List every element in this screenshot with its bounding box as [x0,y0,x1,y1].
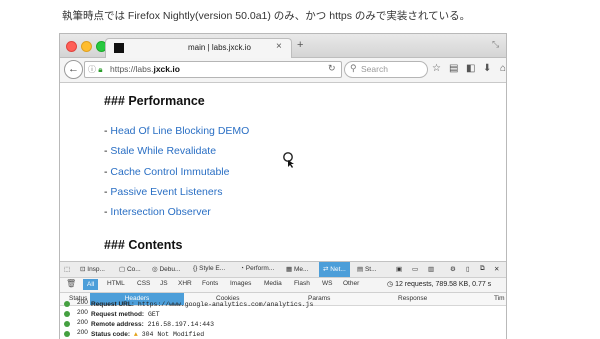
url-bar[interactable]: ⓘ 🔒︎ https://labs.jxck.io ↻ [84,61,342,78]
tab-bar: main | labs.jxck.io × + ⤡ [60,34,506,58]
request-method-line: Request method: GET [91,311,160,318]
clear-log-icon[interactable]: 🗑︎ [66,279,76,288]
performance-link-list: - Head Of Line Blocking DEMO - Stale Whi… [104,125,249,226]
navigation-toolbar: ← ⓘ 🔒︎ https://labs.jxck.io ↻ ⚲ Search ☆… [60,58,506,83]
filter-other[interactable]: Other [343,280,359,287]
filter-css[interactable]: CSS [137,280,150,287]
filter-media[interactable]: Media [264,280,282,287]
filter-fonts[interactable]: Fonts [202,280,218,287]
heading-contents: ### Contents [104,238,183,252]
table-row[interactable]: 200 [77,299,88,306]
screenshot-icon[interactable]: ▥ [428,265,434,273]
tab-title: main | labs.jxck.io [188,43,251,52]
filter-html[interactable]: HTML [107,280,125,287]
tab-style-editor[interactable]: {} Style E... [193,265,225,272]
filter-all[interactable]: All [83,279,99,290]
tab-debugger[interactable]: ◎ Debu... [152,265,180,273]
tab-response[interactable]: Response [398,295,427,302]
table-row[interactable]: 200 [77,329,88,336]
dock-window-icon[interactable]: ⧉ [480,265,485,273]
site-favicon-icon [114,43,124,53]
page-content: ### Performance - Head Of Line Blocking … [60,83,506,261]
remote-address-line: Remote address: 216.58.197.14:443 [91,321,214,328]
status-ok-icon [64,311,70,317]
back-button[interactable]: ← [64,60,83,79]
pick-element-icon[interactable]: ⬚ [64,265,70,273]
tab-performance[interactable]: ◔ Perform... [240,265,274,272]
search-placeholder: Search [361,64,388,74]
filter-xhr[interactable]: XHR [178,280,192,287]
busy-cursor-icon [283,152,294,168]
developer-tools-panel: ⬚ ⊡ Insp... ▢ Co... ◎ Debu... {} Style E… [60,261,506,339]
heading-performance: ### Performance [104,94,205,108]
search-bar[interactable]: ⚲ Search [344,61,428,78]
settings-gear-icon[interactable]: ⚙ [450,265,456,273]
article-caption: 執筆時点では Firefox Nightly(version 50.0a1) の… [62,10,471,22]
network-filter-bar: 🗑︎ All HTML CSS JS XHR Fonts Images Medi… [60,278,506,293]
status-ok-icon [64,331,70,337]
tab-inspector[interactable]: ⊡ Insp... [80,265,105,273]
filter-js[interactable]: JS [160,280,168,287]
new-tab-button[interactable]: + [297,39,303,51]
responsive-mode-icon[interactable]: ▭ [412,265,418,273]
search-icon: ⚲ [350,63,357,73]
browser-tab[interactable]: main | labs.jxck.io × [105,38,292,58]
tab-timings[interactable]: Tim [494,295,505,302]
lock-icon: 🔒︎ [98,65,103,74]
table-row[interactable]: 200 [77,319,88,326]
fullscreen-icon[interactable]: ⤡ [492,39,499,50]
table-row[interactable]: 200 [77,309,88,316]
tab-memory[interactable]: ▦ Me... [286,265,308,273]
filter-images[interactable]: Images [230,280,251,287]
url-text[interactable]: https://labs.jxck.io [110,64,180,74]
reader-list-icon[interactable]: ▤ [449,63,458,74]
filter-flash[interactable]: Flash [294,280,310,287]
devtools-close-icon[interactable]: ✕ [494,265,499,273]
devtools-tab-bar: ⬚ ⊡ Insp... ▢ Co... ◎ Debu... {} Style E… [60,262,506,278]
download-icon[interactable]: ⬇ [483,63,491,74]
dock-side-icon[interactable]: ▯ [466,265,470,273]
list-item: - Head Of Line Blocking DEMO [104,125,250,137]
site-info-icon[interactable]: ⓘ 🔒︎ [88,64,103,75]
pocket-icon[interactable]: ◧ [466,63,475,74]
warning-icon: ▲ [133,331,138,338]
link-cache-control-immutable[interactable]: Cache Control Immutable [110,166,229,178]
reload-icon[interactable]: ↻ [328,63,336,74]
list-item: - Passive Event Listeners [104,185,223,198]
tab-close-button[interactable]: × [276,41,282,52]
link-head-of-line-blocking[interactable]: Head Of Line Blocking DEMO [110,125,249,137]
filter-ws[interactable]: WS [322,280,332,287]
firefox-window: main | labs.jxck.io × + ⤡ ← ⓘ 🔒︎ https:/… [59,33,507,339]
status-ok-icon [64,301,70,307]
close-window-button[interactable] [66,41,77,52]
tab-console[interactable]: ▢ Co... [119,265,141,273]
tab-storage[interactable]: ▤ St... [357,265,377,273]
tab-network[interactable]: ⇄ Net... [319,262,350,277]
request-list: 200 200 200 200 Request URL: https://www… [60,299,506,339]
status-ok-icon [64,321,70,327]
list-item: - Stale While Revalidate [104,145,217,158]
request-url-line: Request URL: https://www.google-analytic… [91,301,314,308]
minimize-window-button[interactable] [81,41,92,52]
status-code-line: Status code: ▲ 304 Not Modified [91,331,205,338]
list-item: - Cache Control Immutable [104,165,230,178]
bookmark-star-icon[interactable]: ☆ [432,63,441,74]
link-stale-while-revalidate[interactable]: Stale While Revalidate [110,145,216,157]
toolbox-options-icon[interactable]: ▣ [396,265,402,273]
request-summary: ◷ 12 requests, 789.58 KB, 0.77 s [387,281,492,288]
list-item: - Intersection Observer [104,206,211,219]
home-icon[interactable]: ⌂ [500,63,506,74]
link-passive-event-listeners[interactable]: Passive Event Listeners [110,186,222,198]
link-intersection-observer[interactable]: Intersection Observer [110,206,210,218]
